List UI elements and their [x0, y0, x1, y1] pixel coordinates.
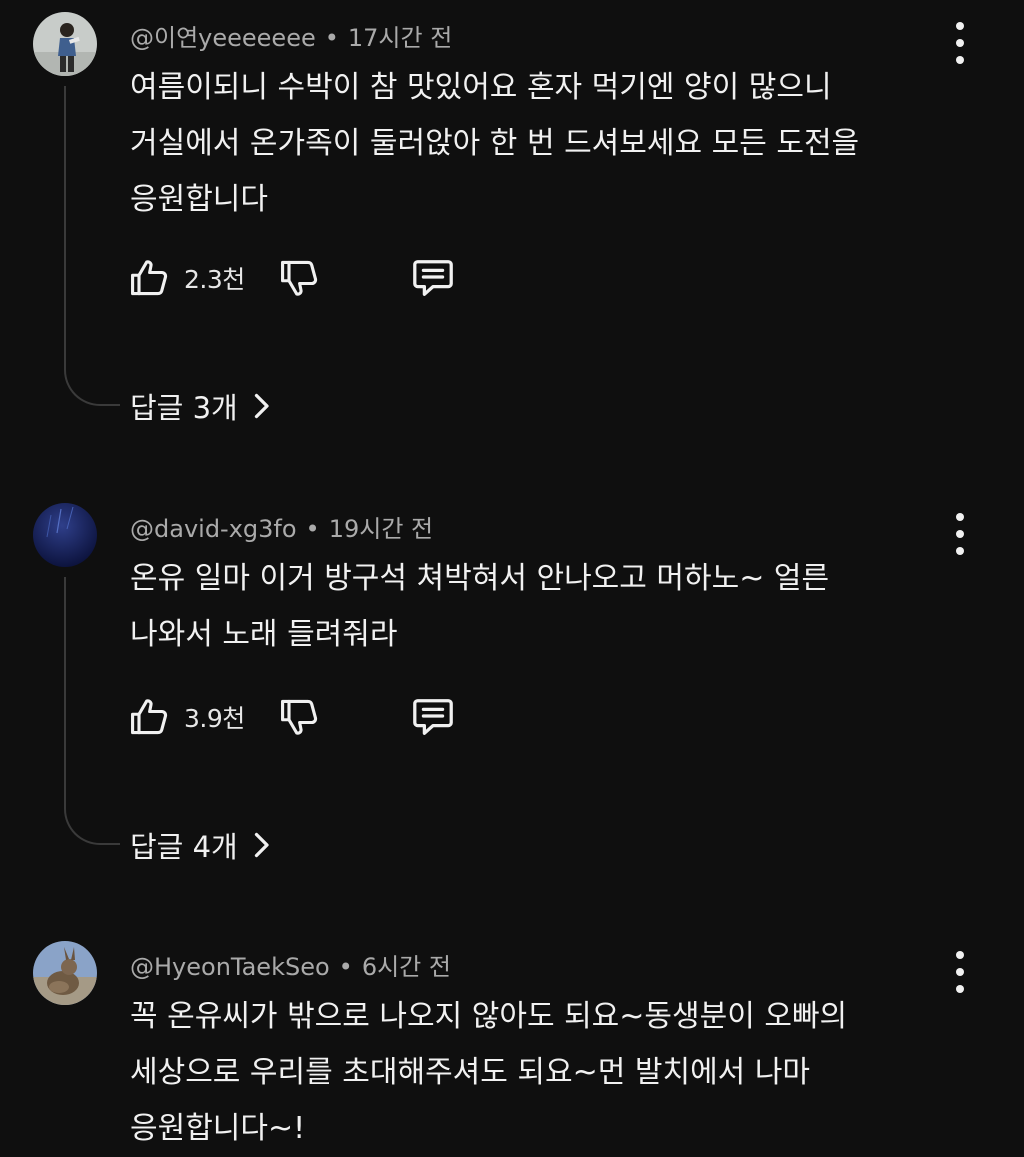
view-replies-button[interactable]: 답글 3개: [130, 386, 270, 426]
like-count: 3.9천: [184, 704, 245, 733]
like-button[interactable]: 2.3천: [128, 254, 245, 302]
author-name[interactable]: @HyeonTaekSeo: [130, 953, 330, 981]
chevron-right-icon: [254, 832, 269, 858]
comment-text: 꼭 온유씨가 밖으로 나오지 않아도 되요~동생분이 오빠의 세상으로 우리를 …: [130, 999, 848, 1146]
thumbs-down-icon: [281, 699, 318, 735]
comment-meta: @이연yeeeeeee • 17시간 전: [130, 18, 452, 53]
thumbs-up-icon: [131, 699, 168, 735]
thumbs-up-icon: [131, 260, 168, 296]
comment-time[interactable]: 19시간 전: [329, 515, 433, 543]
comment-actions: 2.3천: [128, 254, 488, 302]
avatar[interactable]: [33, 941, 97, 1005]
more-vertical-icon[interactable]: [944, 951, 976, 993]
thread-line: [64, 86, 120, 406]
thread-line: [64, 577, 120, 845]
comment-item: @HyeonTaekSeo • 6시간 전 꼭 온유씨가 밖으로 나오지 않아도 되…: [0, 929, 1024, 1146]
more-vertical-icon[interactable]: [944, 513, 976, 555]
comment-time[interactable]: 6시간 전: [362, 953, 451, 981]
comment-reply-icon: [413, 260, 453, 296]
replies-label: 답글 4개: [130, 830, 238, 864]
comment-item: @david-xg3fo • 19시간 전 온유 일마 이거 방구석 쳐박혀서 안나…: [0, 491, 1024, 881]
avatar[interactable]: [33, 12, 97, 76]
comment-time[interactable]: 17시간 전: [348, 24, 452, 52]
meta-separator: •: [305, 515, 320, 543]
dislike-button[interactable]: [278, 254, 322, 302]
replies-label: 답글 3개: [130, 391, 238, 425]
view-replies-button[interactable]: 답글 4개: [130, 825, 270, 865]
like-count: 2.3천: [184, 265, 245, 294]
thumbs-down-icon: [281, 260, 318, 296]
comment-actions: 3.9천: [128, 693, 488, 741]
more-vertical-icon[interactable]: [944, 22, 976, 64]
chevron-right-icon: [254, 393, 269, 419]
meta-separator: •: [338, 953, 353, 981]
comment-meta: @david-xg3fo • 19시간 전: [130, 509, 433, 544]
dislike-button[interactable]: [278, 693, 322, 741]
comment-item: @이연yeeeeeee • 17시간 전 여름이되니 수박이 참 맛있어요 혼자 먹…: [0, 0, 1024, 440]
comment-meta: @HyeonTaekSeo • 6시간 전: [130, 947, 451, 982]
like-button[interactable]: 3.9천: [128, 693, 245, 741]
comment-text: 여름이되니 수박이 참 맛있어요 혼자 먹기엔 양이 많으니 거실에서 온가족이…: [130, 70, 860, 217]
meta-separator: •: [324, 24, 339, 52]
comment-reply-icon: [413, 699, 453, 735]
avatar[interactable]: [33, 503, 97, 567]
author-name[interactable]: @이연yeeeeeee: [130, 24, 316, 52]
reply-button[interactable]: [410, 254, 456, 302]
reply-button[interactable]: [410, 693, 456, 741]
author-name[interactable]: @david-xg3fo: [130, 515, 297, 543]
comment-text: 온유 일마 이거 방구석 쳐박혀서 안나오고 머하노~ 얼른 나와서 노래 들려…: [130, 561, 830, 652]
